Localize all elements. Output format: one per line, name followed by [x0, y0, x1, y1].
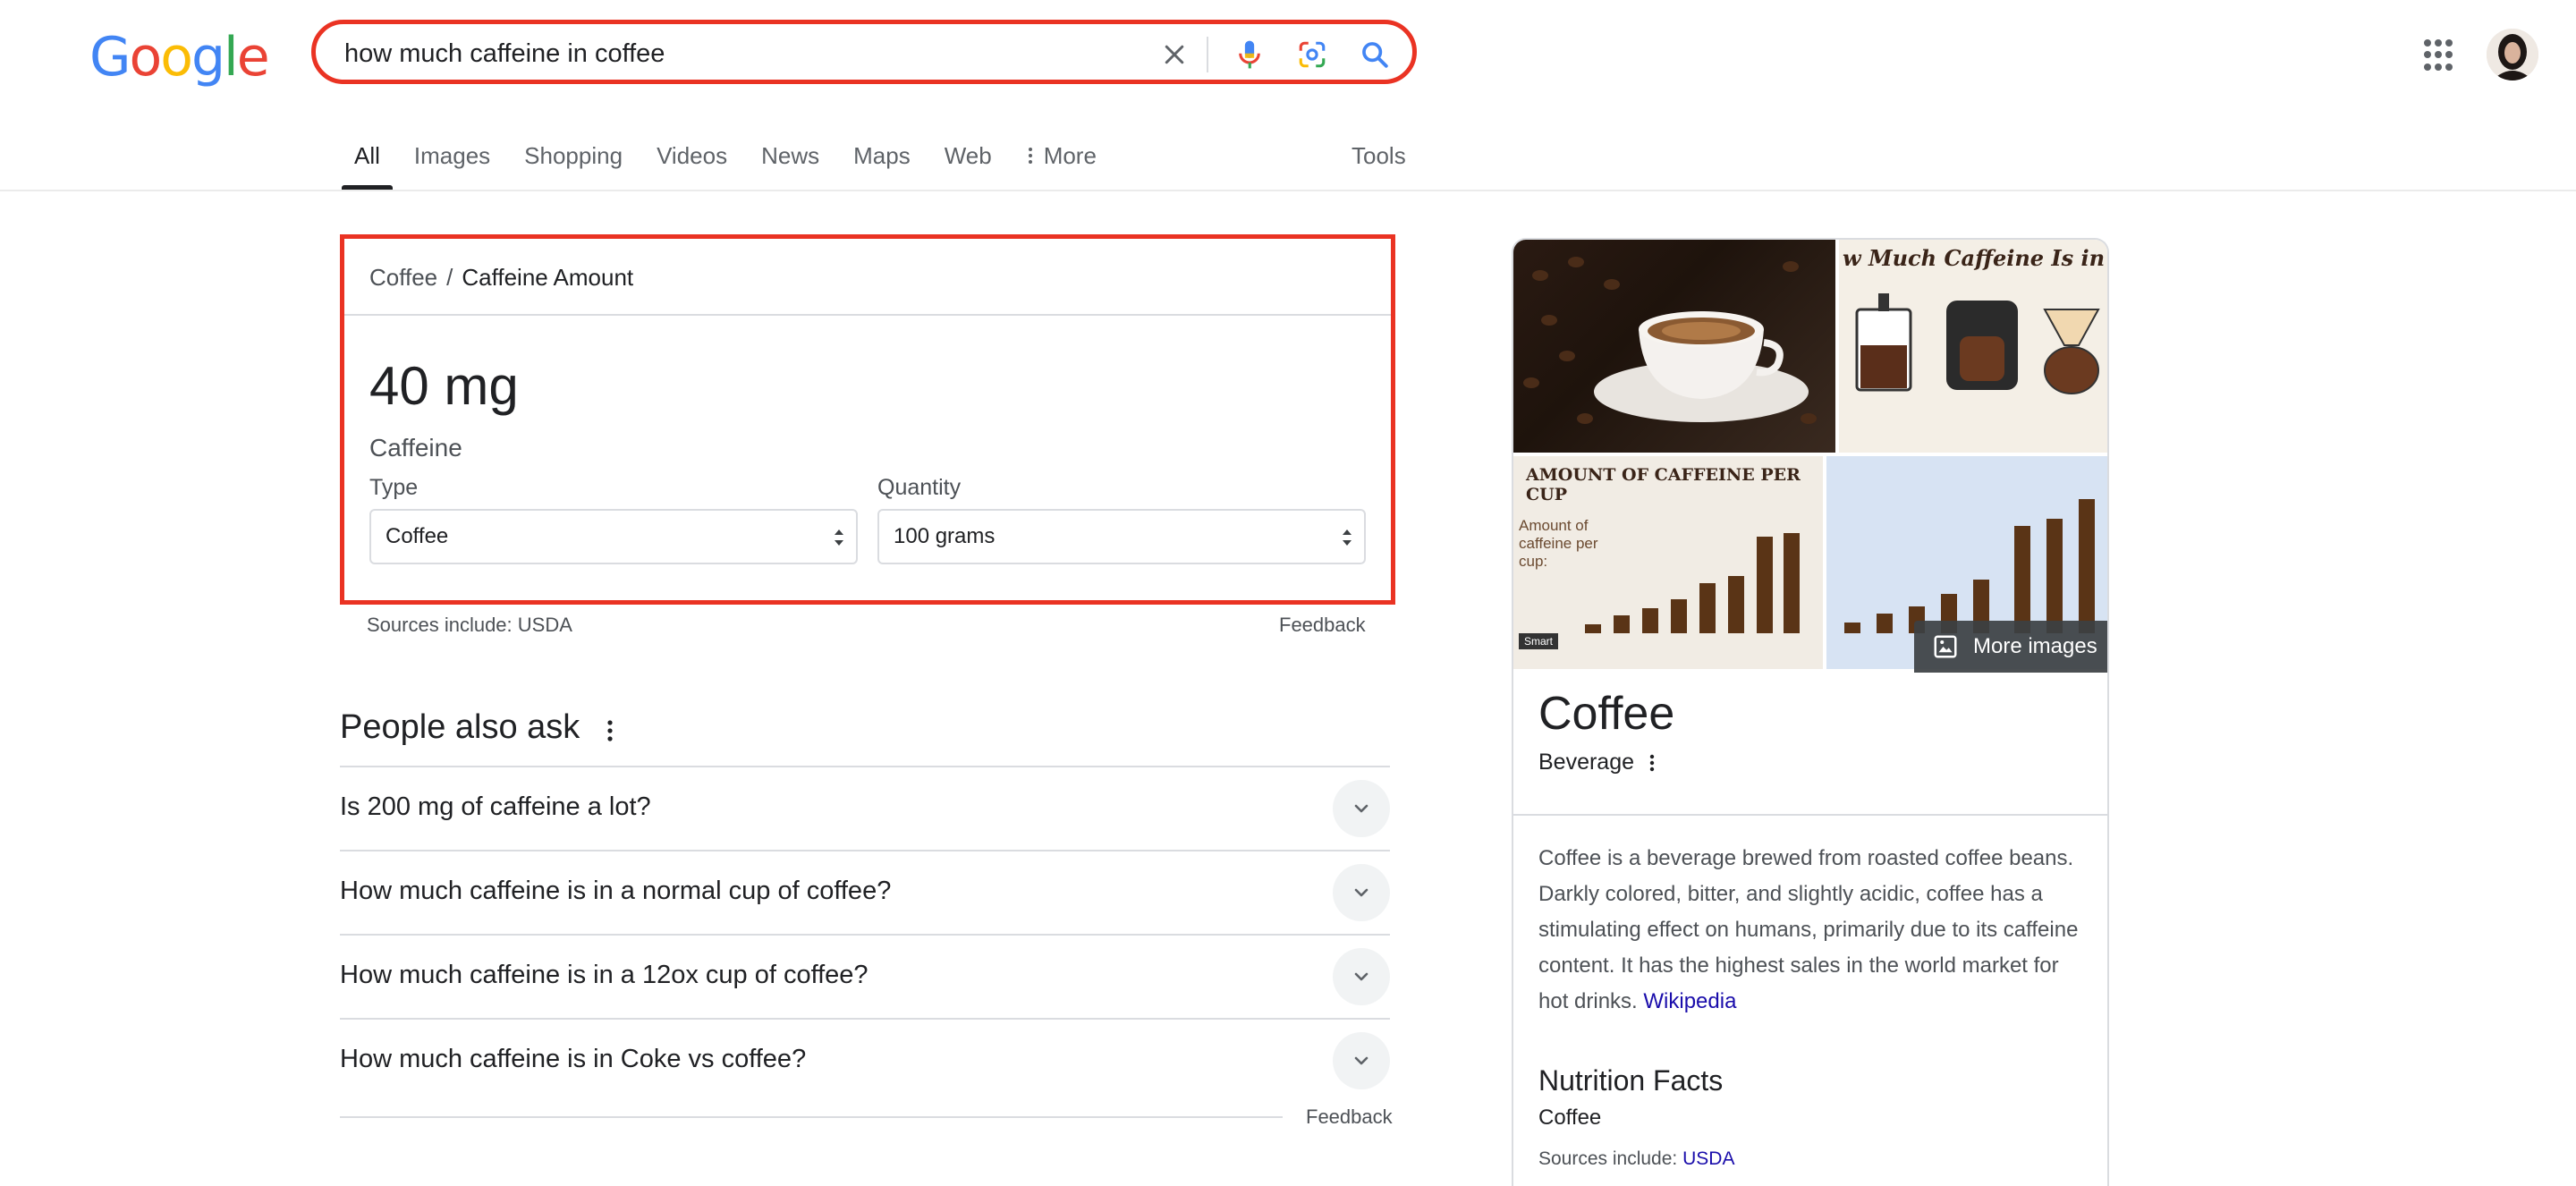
tab-web[interactable]: Web: [945, 138, 992, 190]
breadcrumb-current: Caffeine Amount: [462, 264, 634, 291]
caffeine-label: Caffeine: [369, 434, 462, 462]
paa-feedback-link[interactable]: Feedback: [1306, 1106, 1393, 1129]
logo-letter: G: [89, 26, 131, 89]
image-icon: [1934, 635, 1957, 658]
coffee-cup-image[interactable]: [1513, 240, 1835, 453]
select-arrows-icon: [835, 529, 843, 546]
more-images-button[interactable]: More images: [1914, 621, 2107, 673]
coffee-makers-image[interactable]: w Much Caffeine Is in Coffe: [1839, 240, 2107, 453]
tools-button[interactable]: Tools: [1352, 138, 1406, 174]
image-caption: AMOUNT OF CAFFEINE PER CUP: [1526, 465, 1801, 504]
image-caption: w Much Caffeine Is in Coffe: [1843, 245, 2107, 271]
select-arrows-icon: [1343, 529, 1352, 546]
caffeine-per-cup-chart-image[interactable]: AMOUNT OF CAFFEINE PER CUP Amount of caf…: [1513, 456, 1823, 669]
tab-label: All: [354, 142, 380, 169]
image-subcaption: Amount of caffeine per cup:: [1519, 517, 1598, 570]
search-divider: [1207, 37, 1208, 72]
header-divider: [0, 190, 2576, 191]
tab-label: Images: [413, 142, 491, 169]
tab-label: Shopping: [524, 142, 623, 169]
tab-label: More: [1043, 142, 1097, 169]
usda-link[interactable]: USDA: [1682, 1148, 1734, 1169]
image-tag: Smart: [1519, 633, 1559, 649]
search-tabs: All Images Shopping Videos News Maps Web More: [342, 138, 1131, 191]
tab-images[interactable]: Images: [414, 138, 490, 190]
avatar[interactable]: [2487, 29, 2538, 80]
type-label: Type: [369, 475, 419, 500]
paa-question: Is 200 mg of caffeine a lot?: [340, 792, 651, 821]
logo-letter: e: [236, 26, 270, 89]
clear-icon[interactable]: [1157, 37, 1192, 72]
logo-letter: o: [129, 26, 163, 89]
entity-description: Coffee is a beverage brewed from roasted…: [1538, 841, 2091, 1020]
card-divider: [344, 314, 1391, 316]
type-select-value: Coffee: [386, 524, 449, 548]
search-icon[interactable]: [1357, 37, 1393, 72]
tab-all[interactable]: All: [342, 138, 393, 190]
tab-label: Maps: [853, 142, 911, 169]
sources-text: Sources include: USDA: [367, 614, 572, 636]
chevron-down-icon[interactable]: [1333, 864, 1390, 921]
type-select[interactable]: Coffee: [369, 509, 858, 564]
more-images-label: More images: [1973, 634, 2097, 658]
paa-question: How much caffeine is in Coke vs coffee?: [340, 1045, 807, 1073]
chevron-down-icon[interactable]: [1333, 1032, 1390, 1089]
caffeine-answer-card: Coffee / Caffeine Amount 40 mg Caffeine Ty…: [340, 234, 1395, 605]
tab-label: Web: [944, 142, 992, 169]
tab-maps[interactable]: Maps: [853, 138, 911, 190]
paa-item[interactable]: How much caffeine is in a 12ox cup of co…: [340, 934, 1390, 1018]
logo-letter: g: [191, 26, 225, 89]
tab-shopping[interactable]: Shopping: [524, 138, 623, 190]
quantity-select-value: 100 grams: [894, 524, 996, 548]
search-input[interactable]: [343, 35, 1151, 72]
paa-item[interactable]: How much caffeine is in a normal cup of …: [340, 850, 1390, 934]
entity-subtitle: Beverage: [1538, 750, 1635, 775]
tab-label: Videos: [657, 142, 728, 169]
tab-news[interactable]: News: [761, 138, 819, 190]
paa-item[interactable]: Is 200 mg of caffeine a lot?: [340, 766, 1390, 850]
logo-letter: l: [224, 26, 239, 89]
entity-title: Coffee: [1538, 688, 1675, 740]
vertical-dots-icon: [1028, 148, 1032, 164]
paa-bottom-divider: [340, 1116, 1283, 1118]
panel-divider: [1513, 814, 2107, 816]
knowledge-panel: w Much Caffeine Is in Coffe AMOUNT OF CA…: [1512, 238, 2109, 1186]
description-text: Coffee is a beverage brewed from roasted…: [1538, 846, 2079, 1013]
paa-question: How much caffeine is in a 12ox cup of co…: [340, 961, 869, 989]
people-also-ask-title: People also ask: [340, 708, 580, 746]
chevron-down-icon[interactable]: [1333, 780, 1390, 837]
search-box[interactable]: [311, 20, 1417, 84]
tab-label: News: [761, 142, 820, 169]
logo-letter: o: [160, 26, 193, 89]
paa-question: How much caffeine is in a normal cup of …: [340, 877, 892, 905]
breadcrumb-separator: /: [446, 264, 453, 291]
nutrition-item: Coffee: [1538, 1106, 1602, 1130]
google-lens-icon[interactable]: [1294, 37, 1330, 72]
breadcrumb: Coffee / Caffeine Amount: [369, 264, 633, 292]
quantity-label: Quantity: [877, 475, 962, 500]
nutrition-sources: Sources include: USDA: [1538, 1148, 1734, 1170]
more-options-icon[interactable]: [603, 716, 617, 746]
nutrition-sources-prefix: Sources include:: [1538, 1148, 1678, 1169]
nutrition-facts-title: Nutrition Facts: [1538, 1064, 1724, 1097]
wikipedia-link[interactable]: Wikipedia: [1643, 989, 1736, 1013]
caffeine-value: 40 mg: [369, 356, 519, 416]
microphone-icon[interactable]: [1232, 37, 1267, 72]
google-apps-icon[interactable]: [2424, 39, 2456, 72]
breadcrumb-parent[interactable]: Coffee: [369, 264, 437, 291]
quantity-select[interactable]: 100 grams: [877, 509, 1366, 564]
tab-more[interactable]: More: [1026, 138, 1097, 190]
more-options-icon[interactable]: [1648, 751, 1657, 775]
tab-videos[interactable]: Videos: [657, 138, 727, 190]
paa-item[interactable]: How much caffeine is in Coke vs coffee?: [340, 1018, 1390, 1102]
answer-feedback-link[interactable]: Feedback: [1279, 614, 1366, 637]
google-logo[interactable]: Google: [89, 25, 270, 89]
chevron-down-icon[interactable]: [1333, 948, 1390, 1005]
